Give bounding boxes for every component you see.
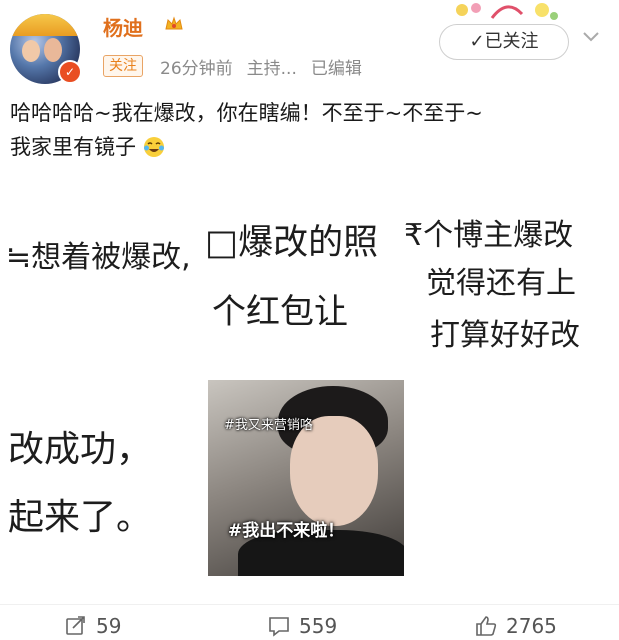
embedded-text: ≒想着被爆改, [6, 240, 191, 275]
meme-caption-bottom: #我出不来啦！ [228, 521, 345, 541]
embedded-text: □爆改的照 [205, 223, 379, 263]
edited-label[interactable]: 已编辑 [311, 59, 362, 79]
follow-tag: 关注 [103, 55, 143, 77]
weibo-post: ✓ 杨迪 关注 26分钟前 主持... 已编辑 ✓已关注 哈哈哈哈~我在爆改，你在瞎… [0, 0, 619, 640]
chevron-down-icon[interactable] [579, 24, 603, 48]
followed-button[interactable]: ✓已关注 [439, 24, 569, 60]
post-text-span: 我家里有镜子 [10, 135, 136, 159]
avatar-face [44, 38, 62, 62]
comment-button[interactable]: 559 [267, 613, 337, 639]
laugh-cry-emoji-icon [143, 137, 164, 157]
meme-caption-top: #我又来营销咯 [224, 418, 313, 433]
embedded-text: 个红包让 [212, 292, 348, 332]
embedded-text: 改成功， [8, 429, 153, 470]
meme-image[interactable]: #我又来营销咯 #我出不来啦！ [208, 380, 404, 576]
repost-icon [66, 616, 85, 635]
embedded-text: 觉得还有上 [426, 266, 576, 301]
embedded-text: ₹个博主爆改 [404, 218, 574, 253]
source-label[interactable]: 主持... [247, 59, 297, 79]
repost-button[interactable]: 59 [64, 613, 121, 639]
like-icon [476, 616, 497, 636]
post-meta: 26分钟前 主持... 已编辑 [160, 54, 376, 79]
action-bar: 59 559 2765 [0, 604, 619, 640]
comment-icon [269, 617, 289, 637]
decoration-icon [456, 3, 558, 20]
timestamp: 26分钟前 [160, 59, 233, 79]
post-text-line: 我家里有镜子 [10, 130, 610, 164]
verified-badge-icon: ✓ [58, 60, 82, 84]
avatar-banner [10, 14, 80, 36]
embedded-text: 起来了。 [8, 497, 153, 538]
like-button[interactable]: 2765 [474, 613, 557, 639]
avatar-face [22, 40, 40, 62]
embedded-text: 打算好好改 [430, 318, 580, 353]
username[interactable]: 杨迪 [103, 12, 143, 41]
crown-icon [165, 16, 183, 30]
post-text: 哈哈哈哈~我在爆改，你在瞎编！不至于~不至于~ 我家里有镜子 [10, 96, 610, 164]
like-count: 2765 [506, 614, 557, 638]
repost-count: 59 [96, 614, 122, 638]
post-text-line: 哈哈哈哈~我在爆改，你在瞎编！不至于~不至于~ [10, 101, 483, 125]
comment-count: 559 [299, 614, 338, 638]
